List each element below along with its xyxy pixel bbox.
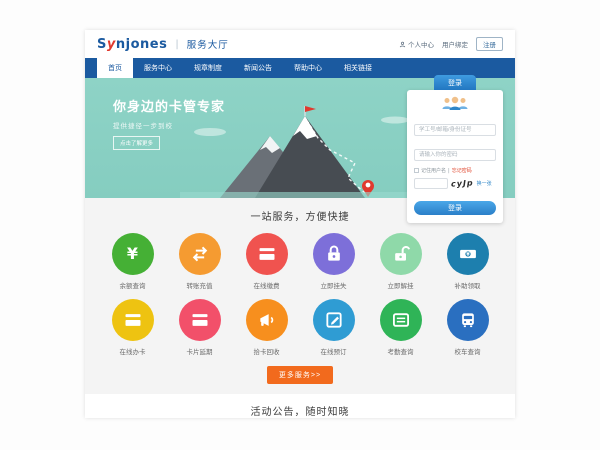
personal-center-label: 个人中心 (408, 39, 434, 49)
hero-title: 你身边的卡管专家 (113, 96, 225, 115)
service-item-pay[interactable]: 在线缴费 (233, 233, 300, 290)
nav-item-regulations[interactable]: 规章制度 (183, 58, 233, 78)
services-section: 一站服务，方便快捷 ¥ 余额查询 转账充值 在线缴费 (85, 198, 515, 394)
bank-card-icon (246, 233, 288, 275)
services-grid: ¥ 余额查询 转账充值 在线缴费 立即挂失 (85, 223, 515, 356)
edit-icon (313, 299, 355, 341)
nav-item-service-center[interactable]: 服务中心 (133, 58, 183, 78)
login-tab[interactable]: 登录 (434, 75, 476, 90)
announcements-section: 活动公告，随时知晓 使用指南 最新公告 更多>> 使用指南 更多>> (85, 394, 515, 418)
account-input[interactable] (414, 124, 496, 136)
hero-subtitle: 提供捷径一步到校 (113, 120, 225, 130)
hero-text: 你身边的卡管专家 提供捷径一步到校 点击了解更多 (113, 96, 225, 150)
service-item-attendance[interactable]: 考勤查询 (367, 299, 434, 356)
unlock-icon (380, 233, 422, 275)
options-separator: | (448, 168, 450, 174)
service-item-balance[interactable]: ¥ 余额查询 (99, 233, 166, 290)
bus-icon (447, 299, 489, 341)
remember-label: 记住用户名 (421, 167, 446, 174)
logo[interactable]: Synjones (97, 37, 167, 52)
svg-text:¥: ¥ (466, 252, 470, 258)
captcha-input[interactable] (414, 178, 448, 189)
login-submit-button[interactable]: 登录 (414, 201, 496, 215)
service-item-online-booking[interactable]: 在线预订 (300, 299, 367, 356)
login-options: 记住用户名 | 忘记密码 (414, 167, 496, 174)
bank-card-icon (112, 299, 154, 341)
transfer-icon (179, 233, 221, 275)
nav-item-news[interactable]: 新闻公告 (233, 58, 283, 78)
header-divider: | (175, 39, 178, 50)
personal-center-link[interactable]: 个人中心 (399, 39, 434, 49)
service-item-subsidy[interactable]: ¥ 补助领取 (434, 233, 501, 290)
logo-accent: y (107, 37, 116, 52)
page: Synjones | 服务大厅 个人中心 用户绑定 注册 首页 服务中心 规章制… (85, 30, 515, 418)
login-form: 记住用户名 | 忘记密码 cyJp 换一张 登录 (407, 90, 503, 223)
logo-part1: S (97, 37, 107, 52)
user-icon (399, 41, 406, 48)
service-item-apply-card[interactable]: 在线办卡 (99, 299, 166, 356)
service-item-unfreeze[interactable]: 立即解挂 (367, 233, 434, 290)
service-item-report-loss[interactable]: 立即挂失 (300, 233, 367, 290)
top-header: Synjones | 服务大厅 个人中心 用户绑定 注册 (85, 30, 515, 58)
yuan-icon: ¥ (112, 233, 154, 275)
nav-item-home[interactable]: 首页 (97, 58, 133, 78)
service-item-card-extension[interactable]: 卡片延期 (166, 299, 233, 356)
login-panel: 登录 记住用户名 | 忘记密码 cyJp 换一张 登录 (407, 70, 503, 223)
megaphone-icon (246, 299, 288, 341)
site-name: 服务大厅 (187, 37, 229, 51)
list-icon (380, 299, 422, 341)
banknote-icon: ¥ (447, 233, 489, 275)
hero-cta-button[interactable]: 点击了解更多 (113, 136, 160, 150)
register-button[interactable]: 注册 (476, 37, 503, 51)
nav-item-help-center[interactable]: 帮助中心 (283, 58, 333, 78)
logo-part2: njones (116, 37, 167, 52)
captcha-image[interactable]: cyJp (451, 178, 474, 188)
captcha-refresh-link[interactable]: 换一张 (477, 180, 492, 187)
captcha-row: cyJp 换一张 (414, 178, 496, 189)
bank-card-icon (179, 299, 221, 341)
more-services-button[interactable]: 更多服务>> (267, 366, 333, 384)
remember-checkbox[interactable] (414, 168, 419, 173)
announcements-title: 活动公告，随时知晓 (85, 403, 515, 418)
users-group-icon (440, 96, 470, 112)
header-right: 个人中心 用户绑定 注册 (399, 37, 503, 51)
user-binding-label: 用户绑定 (442, 39, 468, 49)
service-item-transfer[interactable]: 转账充值 (166, 233, 233, 290)
forgot-password-link[interactable]: 忘记密码 (452, 167, 472, 174)
service-item-school-bus[interactable]: 校车查询 (434, 299, 501, 356)
nav-item-links[interactable]: 相关链接 (333, 58, 383, 78)
lock-icon (313, 233, 355, 275)
password-input[interactable] (414, 149, 496, 161)
service-item-card-recovery[interactable]: 拾卡回收 (233, 299, 300, 356)
user-binding-link[interactable]: 用户绑定 (442, 39, 468, 49)
